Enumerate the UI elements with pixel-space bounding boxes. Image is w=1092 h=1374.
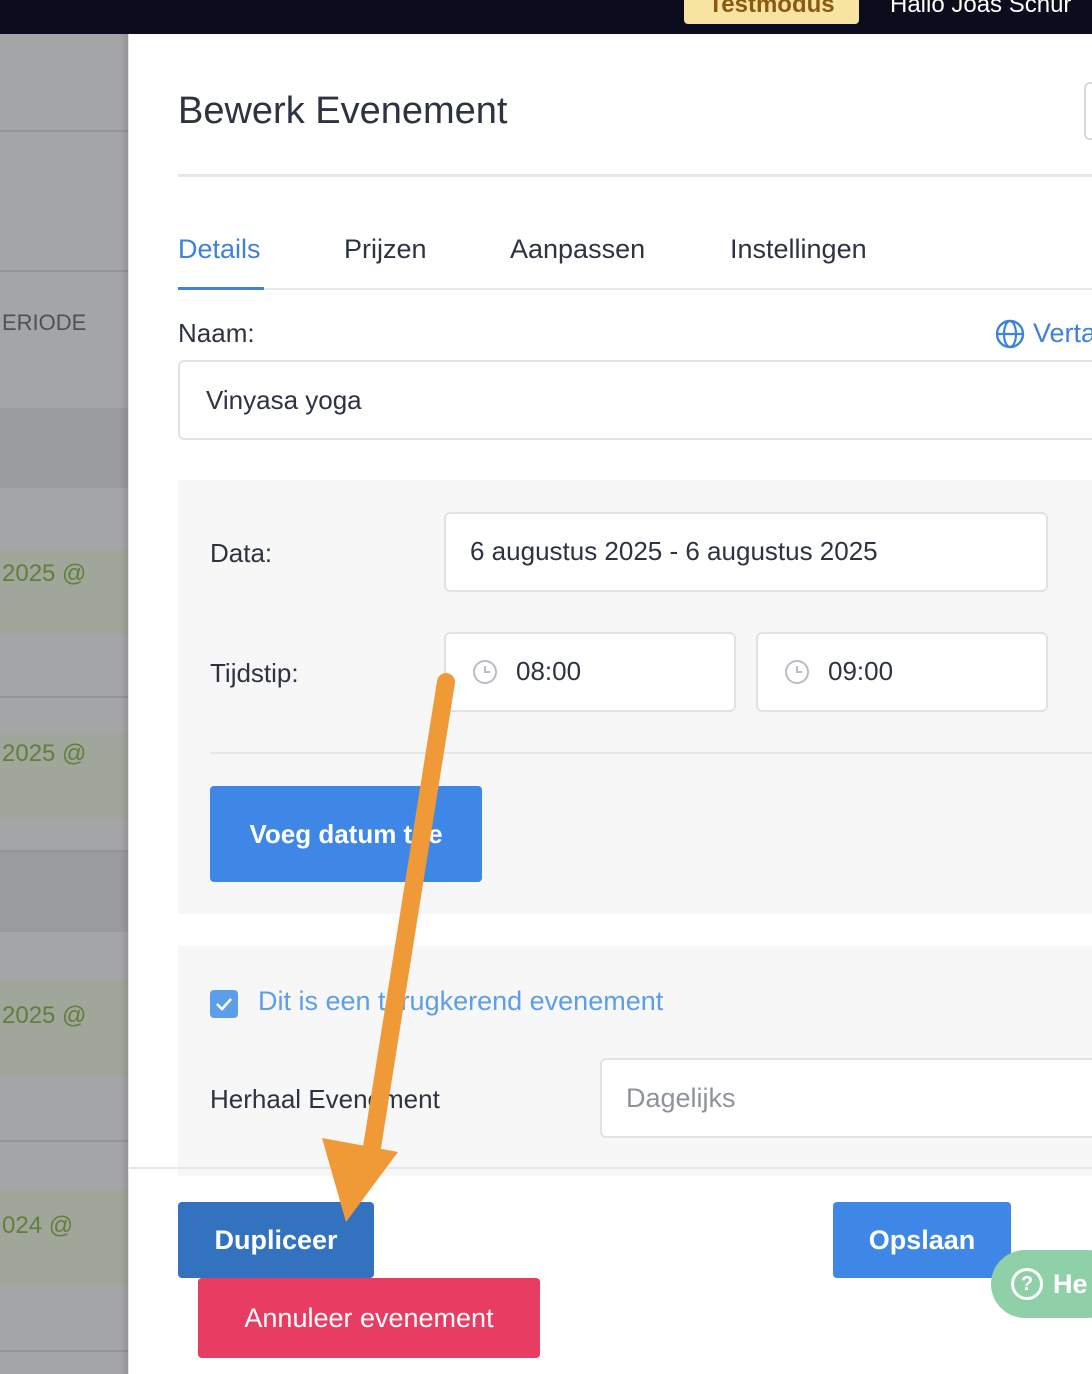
save-button[interactable]: Opslaan xyxy=(833,1202,1011,1278)
list-row xyxy=(0,852,128,932)
divider xyxy=(0,1350,128,1352)
edit-event-modal: Bewerk Evenement Details Prijzen Aanpass… xyxy=(129,34,1092,1374)
column-header: ERIODE xyxy=(2,310,87,335)
duplicate-button[interactable]: Dupliceer xyxy=(178,1202,374,1278)
name-label: Naam: xyxy=(178,318,255,348)
globe-icon xyxy=(995,319,1025,348)
end-time-input[interactable]: 09:00 xyxy=(756,632,1048,712)
list-item-date[interactable]: 2025 @ xyxy=(2,740,86,768)
list-item-date[interactable]: 2025 @ xyxy=(2,1002,86,1030)
top-bar: Testmodus Hallo Joas Schur xyxy=(0,0,1092,34)
panel-divider xyxy=(210,752,1092,754)
name-input[interactable]: Vinyasa yoga xyxy=(178,360,1092,440)
divider xyxy=(0,696,128,698)
end-time-value: 09:00 xyxy=(828,656,894,686)
modal-title: Bewerk Evenement xyxy=(178,90,508,132)
tab-details[interactable]: Details xyxy=(178,234,264,290)
tab-bar: Details Prijzen Aanpassen Instellingen xyxy=(178,234,1092,290)
footer-divider xyxy=(129,1167,1092,1169)
repeat-select[interactable]: Dagelijks xyxy=(600,1058,1092,1138)
cancel-event-button[interactable]: Annuleer evenement xyxy=(198,1278,540,1358)
help-label: He xyxy=(1053,1268,1088,1299)
add-date-button[interactable]: Voeg datum toe xyxy=(210,786,482,882)
help-button[interactable]: ? He xyxy=(991,1250,1092,1318)
checkmark-icon xyxy=(216,998,232,1011)
start-time-value: 08:00 xyxy=(516,656,582,686)
list-item-date[interactable]: 024 @ xyxy=(2,1212,73,1240)
tab-aanpassen[interactable]: Aanpassen xyxy=(510,234,645,290)
clock-icon xyxy=(785,660,809,684)
repeat-label: Herhaal Evenement xyxy=(210,1084,440,1114)
list-item-date[interactable]: 2025 @ xyxy=(2,560,86,588)
recurring-label[interactable]: Dit is een terugkerend evenement xyxy=(258,986,663,1017)
list-row xyxy=(0,408,128,488)
recurrence-panel: Dit is een terugkerend evenement Herhaal… xyxy=(178,946,1092,1176)
translate-link[interactable]: Verta xyxy=(995,318,1092,349)
start-time-input[interactable]: 08:00 xyxy=(444,632,736,712)
translate-label: Verta xyxy=(1033,318,1092,348)
title-divider xyxy=(178,174,1092,177)
time-label: Tijdstip: xyxy=(210,658,299,688)
background-event-list: ERIODE 2025 @ 2025 @ 2025 @ 024 @ xyxy=(0,34,128,1374)
recurring-checkbox[interactable] xyxy=(210,990,238,1018)
clock-icon xyxy=(473,660,497,684)
tab-prijzen[interactable]: Prijzen xyxy=(344,234,427,290)
test-mode-badge: Testmodus xyxy=(684,0,859,24)
date-label: Data: xyxy=(210,538,273,568)
divider xyxy=(0,130,128,132)
repeat-select-value: Dagelijks xyxy=(626,1083,736,1113)
divider xyxy=(0,270,128,272)
date-range-input[interactable]: 6 augustus 2025 - 6 augustus 2025 xyxy=(444,512,1048,592)
close-button[interactable] xyxy=(1084,82,1092,140)
question-icon: ? xyxy=(1011,1268,1043,1300)
date-time-panel: Data: 6 augustus 2025 - 6 augustus 2025 … xyxy=(178,480,1092,914)
divider xyxy=(0,1140,128,1142)
user-greeting[interactable]: Hallo Joas Schur xyxy=(890,0,1071,20)
tab-instellingen[interactable]: Instellingen xyxy=(730,234,867,290)
